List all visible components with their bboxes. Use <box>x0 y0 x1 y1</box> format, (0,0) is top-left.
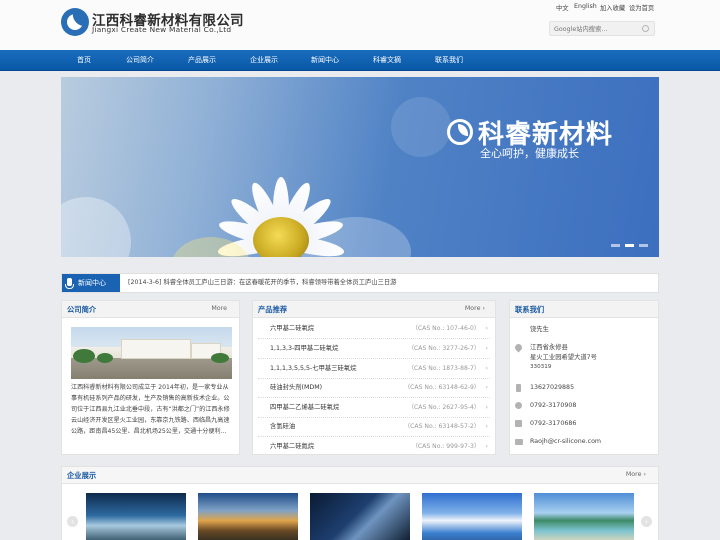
chevron-right-icon: › <box>485 325 488 332</box>
banner-brand-icon <box>447 119 473 145</box>
contact-person: 饶先生 <box>530 326 549 333</box>
set-homepage-link[interactable]: 设为首页 <box>629 3 654 12</box>
contact-panel-title: 联系我们 <box>515 305 545 314</box>
nav-about[interactable]: 公司简介 <box>120 50 160 71</box>
showcase-thumbnail[interactable] <box>198 493 298 540</box>
product-name: 1,1,3,3-四甲基二硅氧烷 <box>270 345 339 352</box>
phone-icon <box>515 402 522 409</box>
chevron-right-icon: › <box>485 443 488 450</box>
contact-phone: 0792-3170908 <box>530 402 577 409</box>
about-more-link[interactable]: More <box>211 301 227 316</box>
email-icon <box>515 439 523 445</box>
search-icon[interactable] <box>642 25 649 32</box>
products-panel-title: 产品推荐 <box>258 305 288 314</box>
about-panel-title: 公司简介 <box>67 305 97 314</box>
company-logo-icon[interactable] <box>61 8 89 36</box>
nav-products[interactable]: 产品展示 <box>182 50 222 71</box>
showcase-panel-title: 企业展示 <box>67 471 97 480</box>
news-ticker-title: 新闻中心 <box>78 279 106 287</box>
showcase-thumbnail[interactable] <box>86 493 186 540</box>
lang-english-link[interactable]: English <box>574 3 597 10</box>
product-cas: （CAS No.: 3277-26-7） <box>407 345 480 352</box>
about-panel-header: 公司简介 More <box>62 301 239 318</box>
showcase-thumbnail[interactable] <box>422 493 522 540</box>
search-box <box>549 21 655 36</box>
company-name-en: Jiangxi Create New Material Co.,Ltd <box>92 25 232 34</box>
product-row[interactable]: 六甲基二硅氮烷 （CAS No.: 999-97-3） › <box>258 437 490 457</box>
nav-home[interactable]: 首页 <box>65 50 103 71</box>
showcase-more-link[interactable]: More › <box>626 467 646 482</box>
product-cas: （CAS No.: 63148-57-2） <box>404 423 480 430</box>
carousel-next-button[interactable]: › <box>641 516 652 527</box>
product-name: 六甲基二硅氧烷 <box>270 325 315 332</box>
products-panel: 产品推荐 More › 六甲基二硅氧烷 （CAS No.: 107-46-0） … <box>252 300 496 455</box>
product-cas: （CAS No.: 2627-95-4） <box>407 404 480 411</box>
hero-banner[interactable] <box>61 77 659 257</box>
fax-icon <box>515 420 522 427</box>
product-row[interactable]: 1,1,3,3-四甲基二硅氧烷 （CAS No.: 3277-26-7） › <box>258 339 490 359</box>
product-name: 六甲基二硅氮烷 <box>270 443 315 450</box>
product-name: 硅油封头剂(MDM) <box>270 384 323 391</box>
contact-panel: 联系我们 饶先生 江西省永修县 星火工业园希望大道7号 330319 13627… <box>509 300 659 455</box>
showcase-thumbnail[interactable] <box>310 493 410 540</box>
product-name: 1,1,1,3,5,5,5-七甲基三硅氧烷 <box>270 365 357 372</box>
about-summary: 江西科睿新材料有限公司成立于 2014年初，是一家专业从事有机硅系列产品的研发，… <box>71 384 230 435</box>
add-favorite-link[interactable]: 加入收藏 <box>600 3 625 12</box>
mobile-phone-icon <box>516 384 521 392</box>
showcase-thumbnail[interactable] <box>534 493 634 540</box>
news-ticker-headline[interactable]: [2014-3-6] 科睿全体员工庐山三日游：在这春暖花开的季节，科睿领导带着全… <box>128 274 396 292</box>
product-row[interactable]: 含氢硅油 （CAS No.: 63148-57-2） › <box>258 417 490 437</box>
lang-chinese-link[interactable]: 中文 <box>556 3 569 12</box>
banner-slogan: 全心呵护，健康成长 <box>480 147 579 160</box>
microphone-icon <box>65 278 74 289</box>
contact-panel-header: 联系我们 <box>510 301 658 318</box>
products-panel-header: 产品推荐 More › <box>253 301 495 318</box>
carousel-prev-button[interactable]: ‹ <box>67 516 78 527</box>
nav-showcase[interactable]: 企业展示 <box>244 50 284 71</box>
nav-digest[interactable]: 科睿文摘 <box>367 50 407 71</box>
product-row[interactable]: 六甲基二硅氧烷 （CAS No.: 107-46-0） › <box>258 319 490 339</box>
news-ticker: 新闻中心 [2014-3-6] 科睿全体员工庐山三日游：在这春暖花开的季节，科睿… <box>61 273 659 293</box>
products-more-link[interactable]: More › <box>465 301 485 316</box>
contact-fax: 0792-3170686 <box>530 420 577 427</box>
contact-mobile: 13627029885 <box>530 384 575 391</box>
address-postcode: 330319 <box>530 364 552 370</box>
news-ticker-label[interactable]: 新闻中心 <box>62 274 120 292</box>
slide-dot-3[interactable] <box>639 244 648 247</box>
search-input[interactable] <box>554 24 640 34</box>
showcase-more-label: More <box>625 471 642 478</box>
company-building-photo[interactable] <box>71 327 232 379</box>
chevron-right-icon: › <box>485 384 488 391</box>
address-line-1: 江西省永修县 <box>530 344 568 351</box>
showcase-panel-header: 企业展示 More › <box>62 467 658 484</box>
product-name: 含氢硅油 <box>270 423 296 430</box>
location-pin-icon <box>513 342 524 353</box>
chevron-right-icon: › <box>485 404 488 411</box>
product-row[interactable]: 1,1,1,3,5,5,5-七甲基三硅氧烷 （CAS No.: 1873-88-… <box>258 359 490 379</box>
product-cas: （CAS No.: 107-46-0） <box>411 325 480 332</box>
product-row[interactable]: 四甲基二乙烯基二硅氧烷 （CAS No.: 2627-95-4） › <box>258 398 490 418</box>
nav-contact[interactable]: 联系我们 <box>429 50 469 71</box>
main-nav: 首页 公司简介 产品展示 企业展示 新闻中心 科睿文摘 联系我们 <box>0 50 720 71</box>
slide-dot-2-active[interactable] <box>625 244 634 247</box>
products-more-label: More <box>464 305 481 312</box>
product-cas: （CAS No.: 1873-88-7） <box>407 365 480 372</box>
chevron-right-icon: › <box>485 423 488 430</box>
product-name: 四甲基二乙烯基二硅氧烷 <box>270 404 340 411</box>
chevron-right-icon: › <box>485 345 488 352</box>
nav-news[interactable]: 新闻中心 <box>305 50 345 71</box>
product-cas: （CAS No.: 63148-62-9） <box>404 384 480 391</box>
product-cas: （CAS No.: 999-97-3） <box>411 443 480 450</box>
product-row[interactable]: 硅油封头剂(MDM) （CAS No.: 63148-62-9） › <box>258 378 490 398</box>
address-line-2: 星火工业园希望大道7号 <box>530 354 597 361</box>
chevron-right-icon: › <box>485 365 488 372</box>
contact-email[interactable]: Raojh@cr-silicone.com <box>530 437 601 447</box>
slide-dot-1[interactable] <box>611 244 620 247</box>
about-panel: 公司简介 More 江西科睿新材料有限公司成立于 2014年初，是一家专业从事有… <box>61 300 240 455</box>
